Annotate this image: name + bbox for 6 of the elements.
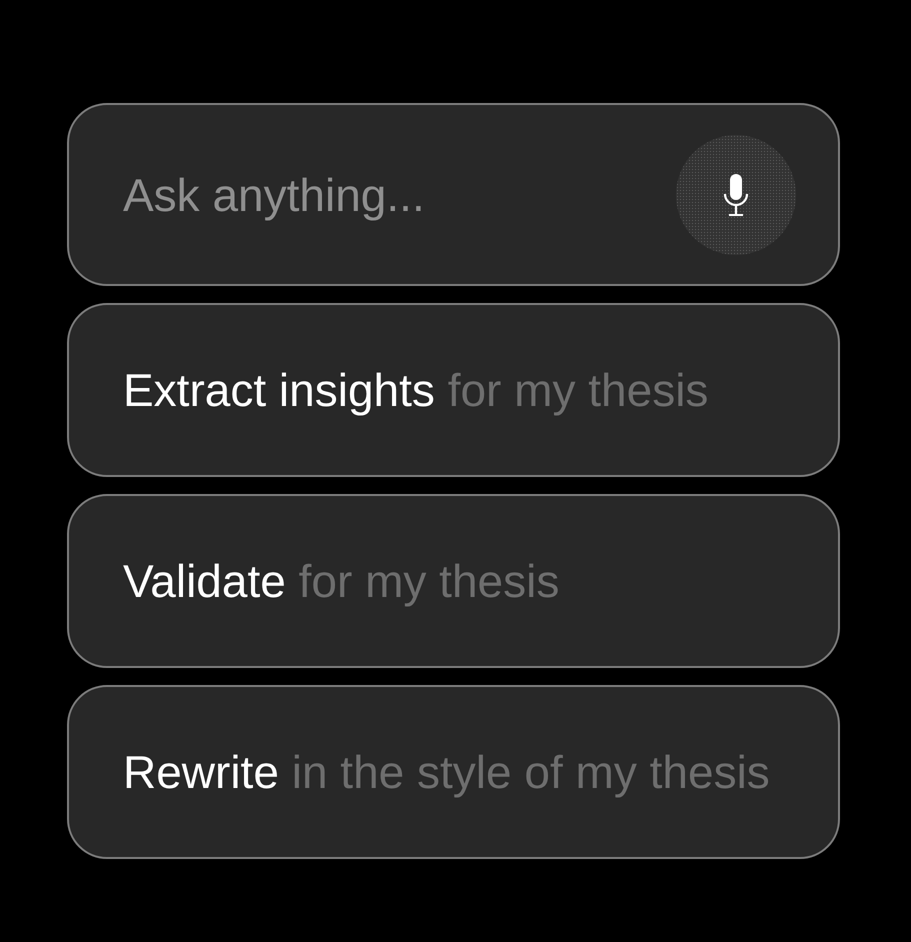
suggestion-button[interactable]: Rewrite in the style of my thesis (67, 685, 840, 859)
suggestion-button[interactable]: Validate for my thesis (67, 494, 840, 668)
microphone-icon (723, 174, 749, 216)
suggestion-button[interactable]: Extract insights for my thesis (67, 303, 840, 477)
prompt-input[interactable]: Ask anything... (123, 164, 656, 226)
microphone-button[interactable] (676, 134, 796, 254)
